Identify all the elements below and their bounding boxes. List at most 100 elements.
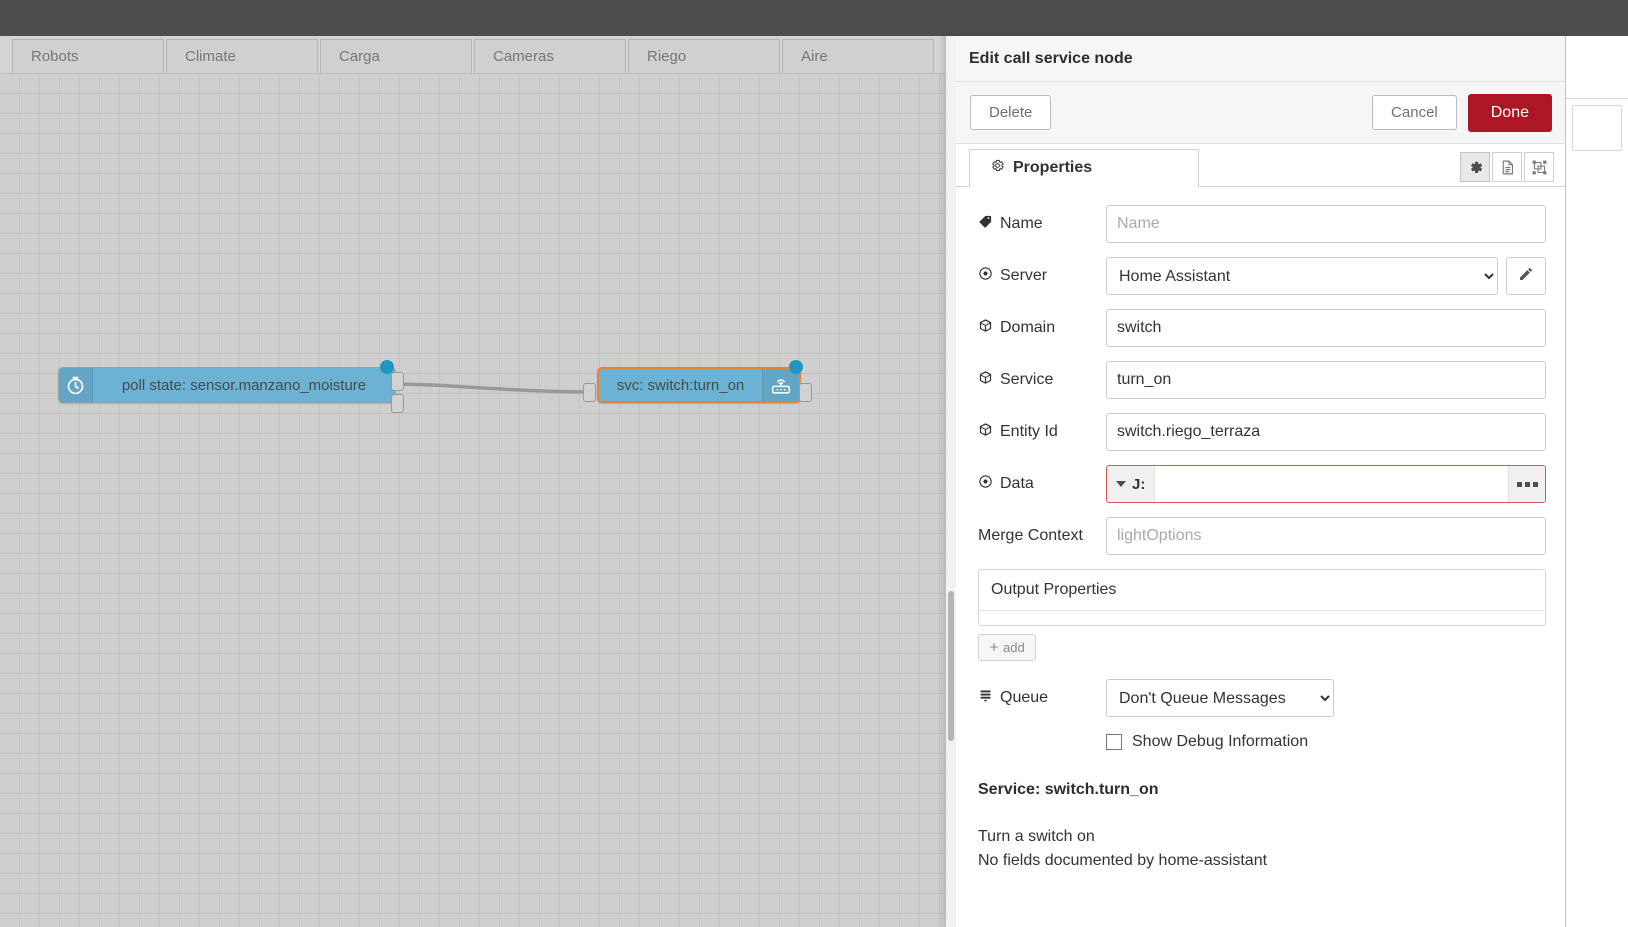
pencil-icon bbox=[1518, 266, 1534, 287]
right-sidebar-header bbox=[1566, 36, 1628, 99]
flow-tab-label: Carga bbox=[339, 48, 380, 65]
service-label: Service bbox=[978, 370, 1106, 390]
domain-input[interactable] bbox=[1106, 309, 1546, 347]
service-info-line-2: No fields documented by home-assistant bbox=[978, 852, 1268, 869]
stack-icon bbox=[978, 688, 993, 708]
field-row-name: Name bbox=[978, 205, 1546, 243]
dialog-header: Edit call service node bbox=[956, 36, 1566, 82]
data-type-selector[interactable]: J: bbox=[1107, 466, 1156, 502]
service-info-line-1: Turn a switch on bbox=[978, 828, 1095, 845]
tab-properties[interactable]: Properties bbox=[969, 149, 1199, 187]
tab-label: Properties bbox=[1013, 159, 1093, 176]
cancel-button[interactable]: Cancel bbox=[1372, 95, 1457, 130]
field-row-entity-id: Entity Id bbox=[978, 413, 1546, 451]
flow-tab-label: Robots bbox=[31, 48, 79, 65]
service-input[interactable] bbox=[1106, 361, 1546, 399]
data-label: Data bbox=[978, 474, 1106, 494]
entity-id-label: Entity Id bbox=[978, 422, 1106, 442]
node-input-port[interactable] bbox=[583, 383, 596, 402]
flow-tab-bar: Robots Climate Carga Cameras Riego Aire bbox=[0, 36, 945, 74]
description-document-icon-button[interactable] bbox=[1492, 152, 1522, 182]
add-label: add bbox=[1003, 640, 1025, 655]
field-row-queue: Queue Don't Queue Messages bbox=[978, 679, 1546, 717]
node-status-dot bbox=[789, 360, 803, 374]
node-label: poll state: sensor.manzano_moisture bbox=[121, 376, 367, 394]
data-type-label: J: bbox=[1132, 475, 1146, 493]
service-info-title: Service: switch.turn_on bbox=[978, 781, 1159, 798]
target-icon bbox=[978, 474, 993, 494]
server-select[interactable]: Home Assistant bbox=[1106, 257, 1498, 295]
appearance-node-icon-button[interactable] bbox=[1524, 152, 1554, 182]
field-row-service: Service bbox=[978, 361, 1546, 399]
merge-context-input[interactable] bbox=[1106, 517, 1546, 555]
gear-icon bbox=[990, 158, 1005, 178]
flow-tab-label: Cameras bbox=[493, 48, 554, 65]
data-expand-button[interactable] bbox=[1508, 466, 1545, 502]
field-row-domain: Domain bbox=[978, 309, 1546, 347]
edit-node-dialog: Edit call service node Delete Cancel Don… bbox=[945, 36, 1566, 927]
dialog-body: Name Server Home Assistant bbox=[956, 187, 1566, 927]
node-call-service[interactable]: svc: switch:turn_on bbox=[597, 367, 801, 403]
dialog-toolbar: Delete Cancel Done bbox=[956, 82, 1566, 144]
cube-icon bbox=[978, 422, 993, 442]
node-label: svc: switch:turn_on bbox=[616, 376, 745, 394]
field-row-server: Server Home Assistant bbox=[978, 257, 1546, 295]
node-output-port-2[interactable] bbox=[391, 394, 404, 413]
dialog-scrollbar-thumb[interactable] bbox=[948, 591, 954, 741]
node-output-port-1[interactable] bbox=[391, 372, 404, 391]
done-button[interactable]: Done bbox=[1467, 93, 1552, 132]
cube-icon bbox=[978, 370, 993, 390]
service-info-description: Turn a switch on No fields documented by… bbox=[978, 825, 1546, 873]
right-sidebar-card[interactable] bbox=[1572, 105, 1622, 151]
flow-tab-cameras[interactable]: Cameras bbox=[474, 39, 626, 73]
flow-tab-climate[interactable]: Climate bbox=[166, 39, 318, 73]
flow-tab-aire[interactable]: Aire bbox=[782, 39, 934, 73]
field-row-show-debug: Show Debug Information bbox=[1106, 733, 1546, 751]
workspace: Robots Climate Carga Cameras Riego Aire bbox=[0, 36, 945, 927]
entity-id-input[interactable] bbox=[1106, 413, 1546, 451]
flow-tab-carga[interactable]: Carga bbox=[320, 39, 472, 73]
app-header-bar bbox=[0, 0, 1628, 36]
target-icon bbox=[978, 266, 993, 286]
flow-tab-riego[interactable]: Riego bbox=[628, 39, 780, 73]
flow-tab-label: Riego bbox=[647, 48, 687, 65]
add-output-property-button[interactable]: add bbox=[978, 634, 1036, 661]
server-label: Server bbox=[978, 266, 1106, 286]
edit-server-button[interactable] bbox=[1506, 257, 1546, 295]
delete-button[interactable]: Delete bbox=[970, 95, 1052, 130]
output-properties-panel: Output Properties bbox=[978, 569, 1546, 626]
queue-select[interactable]: Don't Queue Messages bbox=[1106, 679, 1334, 717]
tag-icon bbox=[978, 214, 993, 234]
flow-tab-robots[interactable]: Robots bbox=[12, 39, 164, 73]
data-typed-input: J: bbox=[1106, 465, 1546, 503]
output-properties-header: Output Properties bbox=[979, 570, 1545, 611]
merge-context-label: Merge Context bbox=[978, 527, 1083, 544]
dialog-view-buttons bbox=[1458, 152, 1554, 182]
field-row-merge-context: Merge Context bbox=[978, 517, 1546, 555]
node-output-port[interactable] bbox=[799, 383, 812, 402]
gear-icon-button[interactable] bbox=[1460, 152, 1490, 182]
dialog-title: Edit call service node bbox=[969, 49, 1133, 67]
chevron-down-icon bbox=[1116, 481, 1126, 487]
tab-bar-filler bbox=[1199, 148, 1458, 187]
data-value-input[interactable] bbox=[1155, 466, 1508, 502]
node-link-wire bbox=[394, 382, 596, 394]
flow-tab-label: Aire bbox=[801, 48, 828, 65]
output-properties-list bbox=[979, 611, 1545, 625]
show-debug-label: Show Debug Information bbox=[1132, 733, 1309, 750]
name-input[interactable] bbox=[1106, 205, 1546, 243]
dialog-scrollbar[interactable] bbox=[946, 36, 956, 927]
right-sidebar bbox=[1565, 36, 1628, 927]
show-debug-checkbox[interactable] bbox=[1106, 734, 1122, 750]
stopwatch-icon bbox=[59, 368, 93, 402]
name-label: Name bbox=[978, 214, 1106, 234]
queue-label: Queue bbox=[978, 688, 1106, 708]
flow-canvas[interactable]: poll state: sensor.manzano_moisture svc:… bbox=[0, 74, 945, 927]
node-poll-state[interactable]: poll state: sensor.manzano_moisture bbox=[58, 367, 396, 403]
flow-tab-label: Climate bbox=[185, 48, 236, 65]
ellipsis-icon bbox=[1516, 481, 1538, 487]
dialog-tab-bar: Properties bbox=[956, 144, 1566, 187]
cube-icon bbox=[978, 318, 993, 338]
node-red-editor: Robots Climate Carga Cameras Riego Aire bbox=[0, 0, 1628, 927]
plus-icon bbox=[989, 640, 999, 655]
